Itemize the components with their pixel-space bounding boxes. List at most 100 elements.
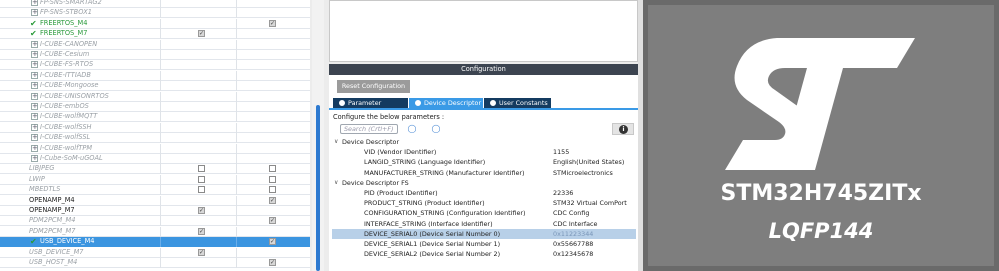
cortex-m7-checkbox[interactable]: [269, 186, 276, 194]
parameter-row[interactable]: INTERFACE_STRING (Interface Identifier) C…: [332, 219, 636, 229]
middleware-row[interactable]: + I-CUBE-UNISONRTOS: [0, 91, 310, 102]
expand-icon[interactable]: +: [31, 155, 38, 162]
parameter-label: PID (Product IDentifier): [364, 189, 438, 197]
middleware-row[interactable]: + I-CUBE-Cesium: [0, 50, 310, 60]
middleware-name: PDM2PCM_M4: [29, 216, 76, 225]
cortex-m4-checkbox[interactable]: ✓: [198, 30, 205, 38]
expand-icon[interactable]: +: [31, 134, 38, 142]
scrollbar-thumb[interactable]: [316, 105, 320, 271]
reset-configuration-button[interactable]: Reset Configuration: [337, 80, 410, 93]
middleware-row[interactable]: + I-CUBE-CANOPEN: [0, 39, 310, 50]
collapse-icon[interactable]: ∨: [334, 178, 338, 188]
middleware-row[interactable]: + I-CUBE-FS-RTOS: [0, 60, 310, 71]
expand-icon[interactable]: +: [31, 144, 38, 152]
cortex-m4-checkbox[interactable]: ✓: [198, 207, 205, 214]
parameter-value[interactable]: English(United States): [553, 157, 624, 167]
parameter-row[interactable]: VID (Vendor IDentifier) 1155: [332, 147, 636, 157]
middleware-row[interactable]: OPENAMP_M7 ✓: [0, 206, 310, 216]
middleware-row[interactable]: OPENAMP_M4 ✓: [0, 195, 310, 206]
middleware-row[interactable]: ✔ FREERTOS_M7 ✓: [0, 29, 310, 40]
expand-icon[interactable]: +: [31, 103, 38, 110]
parameter-row[interactable]: DEVICE_SERIAL2 (Device Serial Number 2) 0…: [332, 249, 636, 259]
expand-icon[interactable]: +: [31, 123, 38, 131]
parameter-label: LANGID_STRING (Language Identifier): [364, 158, 486, 167]
cortex-m7-checkbox[interactable]: ✓: [269, 217, 276, 225]
cortex-m7-checkbox[interactable]: [269, 175, 276, 183]
parameter-value[interactable]: 0x11223344: [553, 229, 593, 239]
middleware-row[interactable]: + I-CUBE-ITTIADB: [0, 70, 310, 81]
parameter-value[interactable]: 22336: [553, 188, 573, 198]
expand-icon[interactable]: +: [31, 40, 38, 48]
cortex-m4-checkbox[interactable]: ✓: [198, 248, 205, 256]
tab-user-constants[interactable]: User Constants: [484, 98, 551, 108]
middleware-row[interactable]: PDM2PCM_M4 ✓: [0, 216, 310, 227]
checkmark-icon: ✔: [30, 29, 37, 39]
expand-icon[interactable]: +: [31, 0, 38, 6]
middleware-name: FP-SNS-SMARTAG2: [40, 0, 102, 6]
middleware-row[interactable]: USB_HOST_M4 ✓: [0, 258, 310, 268]
middleware-row[interactable]: + I-CUBE-wolfSSH: [0, 122, 310, 133]
middleware-row[interactable]: MBEDTLS: [0, 185, 310, 196]
tab-device-descriptor[interactable]: Device Descriptor: [409, 98, 483, 108]
expand-icon[interactable]: +: [31, 51, 38, 58]
middleware-row[interactable]: PDM2PCM_M7 ✓: [0, 226, 310, 237]
cortex-m4-checkbox[interactable]: [198, 175, 205, 183]
expand-icon[interactable]: +: [31, 71, 38, 79]
middleware-row[interactable]: USB_DEVICE_M7 ✓: [0, 247, 310, 258]
parameter-value[interactable]: 1155: [553, 147, 569, 157]
search-input[interactable]: Search (Crtl+F): [340, 124, 398, 134]
info-button[interactable]: i: [612, 123, 634, 135]
expand-icon[interactable]: +: [31, 61, 38, 69]
middleware-row[interactable]: + FP-SNS-STBOX1: [0, 8, 310, 19]
expand-icon[interactable]: +: [31, 92, 38, 100]
middleware-row[interactable]: + I-CUBE-wolfMQTT: [0, 112, 310, 123]
expand-icon[interactable]: +: [31, 113, 38, 121]
cortex-m4-checkbox[interactable]: [198, 186, 205, 194]
parameter-value[interactable]: STMicroelectronics: [553, 168, 613, 178]
st-logo: [725, 38, 915, 170]
middleware-name: USB_HOST_M4: [29, 258, 78, 266]
cortex-m7-checkbox[interactable]: ✓: [269, 196, 276, 204]
parameter-row[interactable]: DEVICE_SERIAL0 (Device Serial Number 0) 0…: [332, 228, 636, 239]
middleware-name: USB_DEVICE_M7: [29, 247, 84, 256]
cortex-m7-checkbox[interactable]: ✓: [269, 259, 276, 266]
middleware-row[interactable]: + I-CUBE-wolfSSL: [0, 133, 310, 144]
parameter-group[interactable]: ∨ Device Descriptor FS: [332, 178, 636, 188]
cortex-m4-checkbox[interactable]: ✓: [198, 227, 205, 235]
middleware-row[interactable]: + I-Cube-SoM-uGOAL: [0, 154, 310, 164]
parameter-value[interactable]: 0x55667788: [553, 239, 593, 249]
tab-parameter-settings[interactable]: Parameter Settings: [333, 98, 408, 117]
parameter-row[interactable]: PID (Product IDentifier) 22336: [332, 188, 636, 198]
middleware-row[interactable]: + I-CUBE-Mongoose: [0, 81, 310, 92]
search-prev-icon[interactable]: ◯: [407, 124, 417, 134]
middleware-row[interactable]: ✔ FREERTOS_M4 ✓: [0, 18, 310, 29]
expand-icon[interactable]: +: [31, 9, 38, 17]
middleware-row[interactable]: LIBJPEG: [0, 164, 310, 175]
parameter-value[interactable]: CDC Config: [553, 208, 589, 218]
cortex-m7-checkbox[interactable]: ✓: [269, 19, 276, 27]
parameter-row[interactable]: PRODUCT_STRING (Product Identifier) STM32…: [332, 198, 636, 208]
parameter-value[interactable]: CDC Interface: [553, 219, 598, 229]
middleware-name: OPENAMP_M4: [29, 195, 75, 204]
expand-icon[interactable]: +: [31, 82, 38, 90]
parameter-row[interactable]: LANGID_STRING (Language Identifier) Engli…: [332, 157, 636, 167]
parameter-value[interactable]: STM32 Virtual ComPort: [553, 198, 627, 208]
parameter-row[interactable]: CONFIGURATION_STRING (Configuration Iden…: [332, 208, 636, 218]
middleware-name: FREERTOS_M4: [40, 18, 88, 27]
middleware-row[interactable]: + FP-SNS-SMARTAG2: [0, 0, 310, 8]
middleware-row[interactable]: + I-CUBE-wolfTPM: [0, 143, 310, 154]
middleware-row[interactable]: + I-CUBE-embOS: [0, 102, 310, 112]
cortex-m7-checkbox[interactable]: ✓: [269, 238, 276, 246]
middleware-row[interactable]: LWIP: [0, 174, 310, 185]
parameter-row[interactable]: MANUFACTURER_STRING (Manufacturer Identi…: [332, 168, 636, 178]
search-next-icon[interactable]: ◯: [431, 124, 441, 134]
cortex-m7-checkbox[interactable]: [269, 165, 276, 173]
parameter-group[interactable]: ∨ Device Descriptor: [332, 137, 636, 147]
tab-label: User Constants: [499, 99, 548, 107]
collapse-icon[interactable]: ∨: [334, 137, 338, 147]
parameter-row[interactable]: DEVICE_SERIAL1 (Device Serial Number 1) 0…: [332, 239, 636, 249]
parameter-value[interactable]: 0x12345678: [553, 249, 593, 259]
info-icon: i: [619, 125, 628, 134]
middleware-row[interactable]: ✔ USB_DEVICE_M4 ✓: [0, 237, 310, 248]
cortex-m4-checkbox[interactable]: [198, 165, 205, 173]
